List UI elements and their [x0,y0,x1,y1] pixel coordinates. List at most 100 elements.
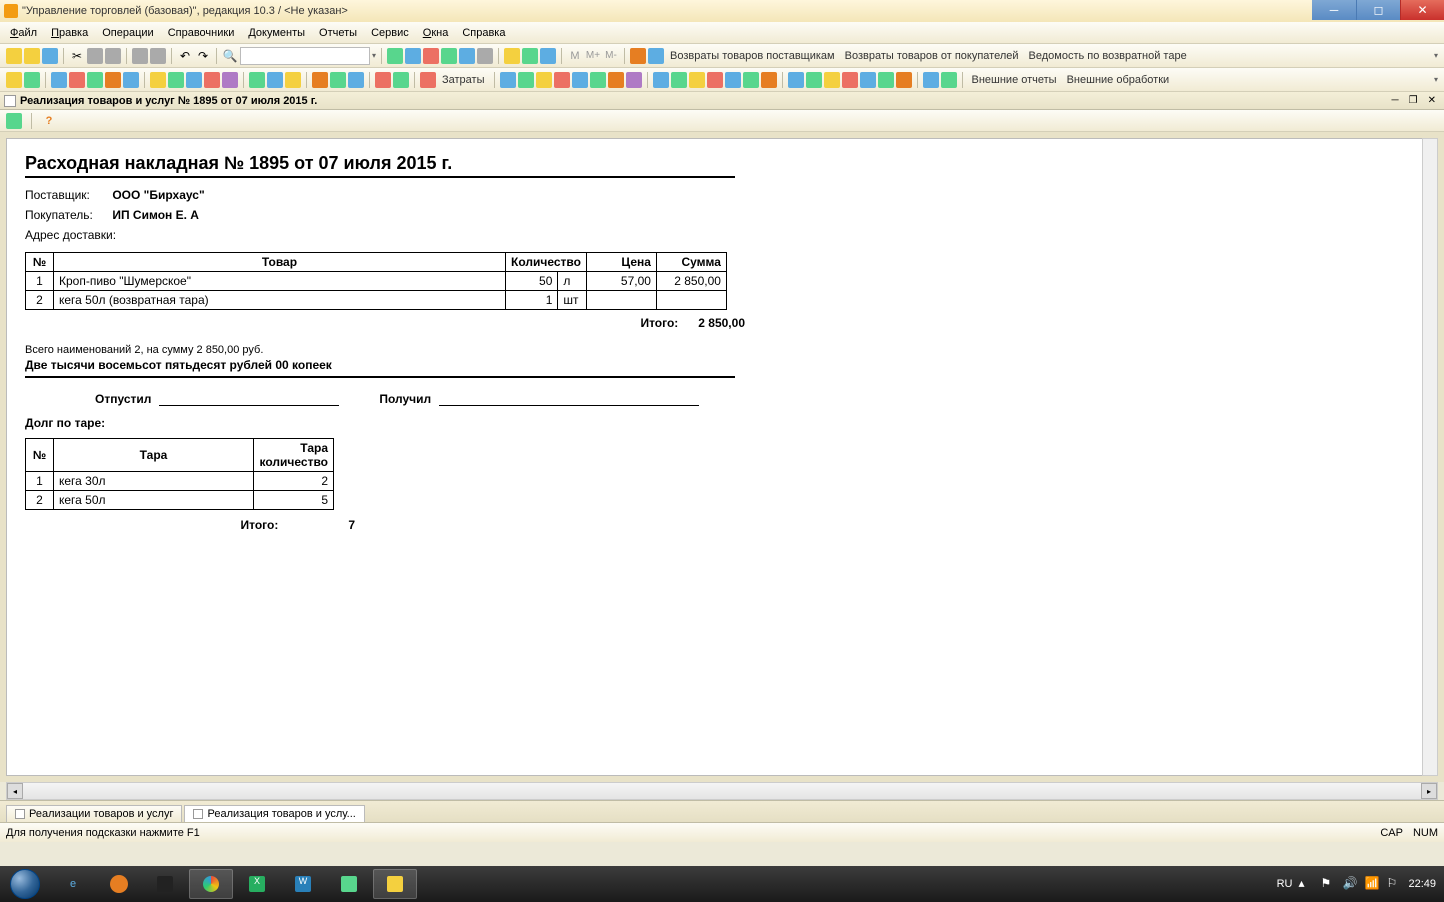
t2-icon-16[interactable] [312,72,328,88]
t2-icon-12[interactable] [222,72,238,88]
t2-icon-9[interactable] [168,72,184,88]
taskbar-chrome-icon[interactable] [189,869,233,899]
t2-icon-7[interactable] [123,72,139,88]
doc-restore-icon[interactable]: ❐ [1405,95,1422,106]
ext-reports-link[interactable]: Внешние отчеты [972,74,1057,86]
new-icon[interactable] [6,48,22,64]
preview-icon[interactable] [150,48,166,64]
m-minus-icon[interactable]: M- [603,48,619,64]
m-icon[interactable]: M [567,48,583,64]
t2-icon-6[interactable] [105,72,121,88]
t2-icon-21[interactable] [500,72,516,88]
tab-current-realization[interactable]: Реализация товаров и услу... [184,805,364,822]
t2-icon-39[interactable] [842,72,858,88]
start-button[interactable] [0,866,50,902]
maximize-button[interactable]: ◻ [1356,0,1400,20]
t2-icon-30[interactable] [671,72,687,88]
t2-icon-5[interactable] [87,72,103,88]
menu-edit[interactable]: Правка [51,27,88,39]
tray-volume-icon[interactable]: 🔊 [1342,876,1358,892]
horizontal-scrollbar[interactable]: ◂ ▸ [6,782,1438,800]
tool-icon-2[interactable] [405,48,421,64]
menu-refs[interactable]: Справочники [168,27,235,39]
menu-reports[interactable]: Отчеты [319,27,357,39]
taskbar-1c-icon[interactable] [373,869,417,899]
t2-icon-20[interactable] [393,72,409,88]
redo-icon[interactable]: ↷ [195,48,211,64]
t2-icon-17[interactable] [330,72,346,88]
doc-close-icon[interactable]: ✕ [1424,95,1440,106]
t2-icon-36[interactable] [788,72,804,88]
t2-icon-24[interactable] [554,72,570,88]
ext-processing-link[interactable]: Внешние обработки [1067,74,1170,86]
t2-icon-44[interactable] [941,72,957,88]
tool-icon-3[interactable] [423,48,439,64]
scroll-left-icon[interactable]: ◂ [7,783,23,799]
t2-icon-32[interactable] [707,72,723,88]
t2-icon-11[interactable] [204,72,220,88]
taskbar-excel-icon[interactable]: X [235,869,279,899]
paste-icon[interactable] [105,48,121,64]
tool-icon-1[interactable] [387,48,403,64]
tool-icon-4[interactable] [441,48,457,64]
minimize-button[interactable]: ─ [1312,0,1356,20]
t2-icon-38[interactable] [824,72,840,88]
t2-icon-13[interactable] [249,72,265,88]
wrench-icon[interactable] [630,48,646,64]
t2-icon-27[interactable] [608,72,624,88]
doc-action-icon[interactable] [6,113,22,129]
search-input[interactable] [240,47,370,65]
taskbar-ie-icon[interactable]: e [51,869,95,899]
calc-icon[interactable] [477,48,493,64]
help-icon[interactable]: ? [41,113,57,129]
tab-realizations-list[interactable]: Реализации товаров и услуг [6,805,182,822]
taskbar-firefox-icon[interactable] [97,869,141,899]
zatraty-icon[interactable] [420,72,436,88]
doc-minimize-icon[interactable]: ─ [1388,95,1403,106]
copy-icon[interactable] [87,48,103,64]
scroll-right-icon[interactable]: ▸ [1421,783,1437,799]
toolbar-overflow-icon[interactable]: ▾ [1434,51,1438,60]
t2-icon-4[interactable] [69,72,85,88]
zatraty-link[interactable]: Затраты [442,74,485,86]
t2-icon-19[interactable] [375,72,391,88]
returns-suppliers-link[interactable]: Возвраты товаров поставщикам [670,50,835,62]
search-icon[interactable]: 🔍 [222,48,238,64]
vedomost-link[interactable]: Ведомость по возвратной таре [1029,50,1187,62]
t2-icon-42[interactable] [896,72,912,88]
t2-icon-31[interactable] [689,72,705,88]
returns-buyers-link[interactable]: Возвраты товаров от покупателей [845,50,1019,62]
t2-icon-35[interactable] [761,72,777,88]
t2-icon-18[interactable] [348,72,364,88]
t2-icon-14[interactable] [267,72,283,88]
menu-file[interactable]: Файл [10,27,37,39]
report-icon[interactable] [648,48,664,64]
tray-arrow-icon[interactable]: ▴ [1298,876,1314,892]
tool-icon-5[interactable] [459,48,475,64]
t2-icon-41[interactable] [878,72,894,88]
search-dropdown-icon[interactable]: ▾ [372,51,376,60]
t2-icon-29[interactable] [653,72,669,88]
tray-flag-icon[interactable]: ⚐ [1386,876,1402,892]
t2-icon-25[interactable] [572,72,588,88]
t2-icon-43[interactable] [923,72,939,88]
t2-icon-10[interactable] [186,72,202,88]
m-plus-icon[interactable]: M+ [585,48,601,64]
tray-clock[interactable]: 22:49 [1408,878,1436,890]
tray-lang[interactable]: RU [1277,878,1293,890]
menu-windows[interactable]: Окна [423,27,449,39]
menu-operations[interactable]: Операции [102,27,153,39]
t2-icon-8[interactable] [150,72,166,88]
t2-icon-40[interactable] [860,72,876,88]
menu-docs[interactable]: Документы [248,27,305,39]
open-icon[interactable] [24,48,40,64]
t2-icon-3[interactable] [51,72,67,88]
cut-icon[interactable]: ✂ [69,48,85,64]
t2-icon-37[interactable] [806,72,822,88]
t2-icon-15[interactable] [285,72,301,88]
print-icon[interactable] [132,48,148,64]
taskbar-app-icon-1[interactable] [143,869,187,899]
t2-icon-1[interactable] [6,72,22,88]
t2-icon-23[interactable] [536,72,552,88]
undo-icon[interactable]: ↶ [177,48,193,64]
